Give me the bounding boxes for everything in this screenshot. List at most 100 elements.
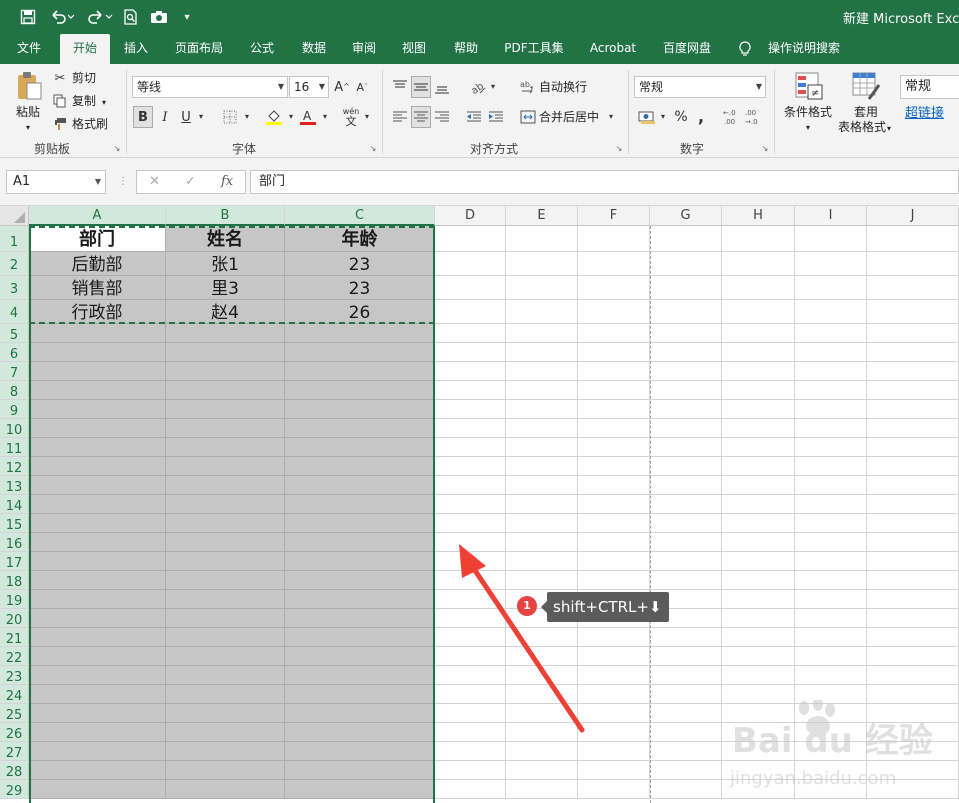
cell[interactable] (795, 666, 867, 685)
row-header[interactable]: 24 (0, 685, 29, 704)
cell[interactable] (29, 533, 166, 552)
cell[interactable] (795, 628, 867, 647)
cell[interactable] (285, 362, 435, 381)
cell[interactable] (506, 438, 578, 457)
cell[interactable] (166, 438, 285, 457)
cell[interactable] (285, 571, 435, 590)
table-format-dropdown-icon[interactable]: ▾ (887, 121, 891, 137)
row-header[interactable]: 29 (0, 780, 29, 799)
select-all-corner[interactable] (0, 206, 29, 226)
cell[interactable] (435, 647, 506, 666)
cell[interactable] (795, 514, 867, 533)
cell[interactable] (506, 457, 578, 476)
cell[interactable] (435, 514, 506, 533)
cell[interactable] (166, 742, 285, 761)
cell[interactable] (795, 300, 867, 324)
cell[interactable] (285, 761, 435, 780)
cell[interactable] (795, 476, 867, 495)
copy-dropdown-icon[interactable]: ▾ (102, 95, 106, 111)
cell[interactable] (506, 300, 578, 324)
column-header-h[interactable]: H (722, 206, 795, 226)
cell[interactable] (578, 300, 650, 324)
cell[interactable] (722, 476, 795, 495)
row-header[interactable]: 7 (0, 362, 29, 381)
cell[interactable] (578, 400, 650, 419)
row-header[interactable]: 14 (0, 495, 29, 514)
cell[interactable] (722, 495, 795, 514)
align-right-icon[interactable] (432, 106, 452, 128)
font-launcher-icon[interactable]: ↘ (368, 144, 378, 154)
column-header-g[interactable]: G (650, 206, 722, 226)
cell[interactable] (435, 533, 506, 552)
tab-review[interactable]: 审阅 (342, 34, 386, 64)
row-header[interactable]: 6 (0, 343, 29, 362)
font-name-select[interactable]: 等线 ▼ (132, 76, 288, 98)
cell[interactable] (795, 647, 867, 666)
cell[interactable] (285, 400, 435, 419)
cell[interactable]: 26 (285, 300, 435, 324)
cell[interactable] (435, 609, 506, 628)
cell[interactable] (867, 609, 959, 628)
font-size-select[interactable]: 16 ▼ (289, 76, 329, 98)
cell[interactable] (506, 628, 578, 647)
cell[interactable] (578, 647, 650, 666)
cell[interactable] (435, 495, 506, 514)
style-hyperlink[interactable]: 超链接 (900, 102, 959, 126)
cell[interactable] (285, 666, 435, 685)
cell[interactable] (722, 343, 795, 362)
cell[interactable] (650, 324, 722, 343)
cell[interactable] (867, 628, 959, 647)
cell[interactable] (285, 381, 435, 400)
cell[interactable] (578, 761, 650, 780)
row-header[interactable]: 25 (0, 704, 29, 723)
font-color-dropdown-icon[interactable]: ▾ (320, 106, 330, 128)
cell[interactable] (29, 514, 166, 533)
cut-button[interactable]: 剪切 (72, 70, 96, 86)
cell[interactable] (29, 609, 166, 628)
cell[interactable] (29, 343, 166, 362)
paste-icon[interactable] (12, 70, 46, 102)
cell[interactable] (435, 226, 506, 252)
cell[interactable] (650, 226, 722, 252)
row-header[interactable]: 12 (0, 457, 29, 476)
cell[interactable] (166, 609, 285, 628)
cell[interactable] (285, 704, 435, 723)
row-header[interactable]: 28 (0, 761, 29, 780)
cell[interactable] (795, 343, 867, 362)
cell[interactable] (867, 590, 959, 609)
row-header[interactable]: 21 (0, 628, 29, 647)
cell[interactable] (722, 666, 795, 685)
cell[interactable] (506, 780, 578, 799)
cell[interactable] (650, 666, 722, 685)
cell[interactable] (650, 704, 722, 723)
cell[interactable] (435, 438, 506, 457)
top-align-icon[interactable] (390, 76, 410, 98)
cell[interactable] (795, 609, 867, 628)
cell[interactable] (29, 400, 166, 419)
column-header-d[interactable]: D (435, 206, 506, 226)
merge-center-button[interactable]: 合并后居中 (539, 109, 599, 125)
cell[interactable] (435, 381, 506, 400)
cell[interactable] (29, 438, 166, 457)
cell[interactable] (166, 590, 285, 609)
cell[interactable] (722, 590, 795, 609)
cell[interactable] (285, 419, 435, 438)
row-header[interactable]: 4 (0, 300, 29, 324)
accounting-dropdown-icon[interactable]: ▾ (658, 106, 668, 128)
copy-button[interactable]: 复制 (72, 93, 96, 109)
cell[interactable] (435, 476, 506, 495)
cell[interactable] (867, 666, 959, 685)
cell[interactable] (285, 495, 435, 514)
cell[interactable] (29, 381, 166, 400)
merge-dropdown-icon[interactable]: ▾ (606, 106, 616, 128)
cell[interactable] (166, 514, 285, 533)
column-header-a[interactable]: A (29, 206, 166, 226)
cell[interactable] (435, 742, 506, 761)
redo-icon[interactable] (84, 6, 118, 28)
cell[interactable] (506, 276, 578, 300)
cell[interactable]: 23 (285, 252, 435, 276)
row-header[interactable]: 26 (0, 723, 29, 742)
cell[interactable] (650, 276, 722, 300)
cell[interactable] (166, 685, 285, 704)
cell[interactable] (166, 400, 285, 419)
